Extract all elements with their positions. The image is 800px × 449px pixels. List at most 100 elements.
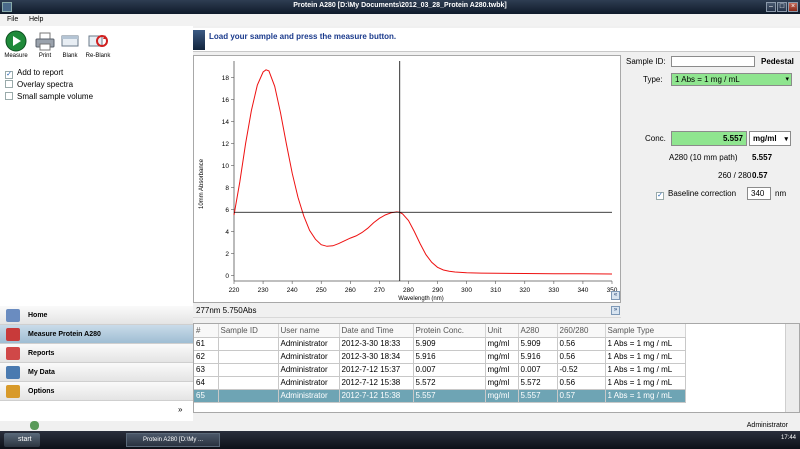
- nav-item-options[interactable]: Options: [0, 382, 193, 401]
- y-tick-label: 18: [222, 75, 230, 82]
- y-axis-label: 10mm Absorbance: [199, 158, 205, 209]
- overlay-spectra-checkbox[interactable]: Overlay spectra: [5, 80, 73, 90]
- table-cell: -0.52: [557, 363, 606, 377]
- spectrum-chart[interactable]: 2202302402502602702802903003103203303403…: [193, 55, 621, 303]
- table-cell: [218, 350, 279, 364]
- nav-item-reports[interactable]: Reports: [0, 344, 193, 363]
- shield-icon: [30, 421, 39, 430]
- table-cell: 2012-3-30 18:34: [339, 350, 414, 364]
- play-icon: [5, 30, 27, 52]
- expand-icon[interactable]: »: [611, 306, 620, 315]
- column-header[interactable]: Protein Conc.: [413, 324, 486, 338]
- column-header[interactable]: #: [194, 324, 219, 338]
- table-cell: 5.572: [413, 376, 486, 390]
- chart-axes: 2202302402502602702802903003103203303403…: [222, 61, 618, 294]
- results-table: # Sample ID User name Date and Time Protein …: [193, 323, 800, 413]
- table-cell: 65: [194, 389, 219, 403]
- table-cell: 2012-7-12 15:38: [339, 389, 414, 403]
- reblank-icon: [87, 30, 109, 52]
- printer-icon: [34, 30, 56, 52]
- table-cell: mg/ml: [485, 337, 519, 351]
- sample-panel: Sample ID: Pedestal Type: 1 Abs = 1 mg /…: [621, 52, 800, 322]
- conc-unit-select[interactable]: mg/ml ▾: [749, 131, 791, 146]
- table-row[interactable]: 65 Administrator 2012-7-12 15:38 5.557 mg/ml…: [194, 389, 686, 403]
- sample-type-select[interactable]: 1 Abs = 1 mg / mL ▾: [671, 73, 792, 86]
- nav-collapse-icon[interactable]: »: [178, 405, 182, 414]
- table-cell: [218, 376, 279, 390]
- column-header[interactable]: Sample ID: [218, 324, 279, 338]
- instrument-icon: [193, 30, 205, 50]
- baseline-wavelength-input[interactable]: 340: [747, 187, 771, 200]
- start-button[interactable]: start: [4, 433, 40, 447]
- table-cell: 5.916: [518, 350, 558, 364]
- sample-id-input[interactable]: [671, 56, 755, 67]
- close-button[interactable]: ×: [788, 2, 798, 12]
- blank-label: Blank: [62, 53, 78, 59]
- a280-value: 5.557: [752, 153, 773, 162]
- blank-button[interactable]: Blank: [55, 30, 85, 59]
- table-row[interactable]: 64 Administrator 2012-7-12 15:38 5.572 mg/ml…: [194, 376, 686, 390]
- sample-type-value: 1 Abs = 1 mg / mL: [675, 75, 740, 84]
- measure-button[interactable]: Measure: [1, 30, 31, 59]
- nav-item-measure-protein-a280[interactable]: Measure Protein A280: [0, 325, 193, 344]
- table-cell: 1 Abs = 1 mg / mL: [605, 337, 686, 351]
- table-cell: [218, 363, 279, 377]
- table-cell: 1 Abs = 1 mg / mL: [605, 363, 686, 377]
- column-header[interactable]: Unit: [485, 324, 519, 338]
- measure-icon: [6, 328, 20, 341]
- column-header[interactable]: Sample Type: [605, 324, 686, 338]
- table-cell: Administrator: [278, 376, 340, 390]
- table-row[interactable]: 61 Administrator 2012-3-30 18:33 5.909 mg/ml…: [194, 337, 686, 351]
- chevron-down-icon: ▾: [785, 76, 789, 83]
- nav-item-my-data[interactable]: My Data: [0, 363, 193, 382]
- table-cell: [218, 389, 279, 403]
- table-cell: mg/ml: [485, 376, 519, 390]
- checkbox-box: ✓: [656, 192, 664, 200]
- table-row[interactable]: 62 Administrator 2012-3-30 18:34 5.916 mg/ml…: [194, 350, 686, 364]
- table-cell: Administrator: [278, 337, 340, 351]
- window-title: Protein A280 [D:\My Documents\2012_03_28…: [293, 2, 507, 9]
- reblank-button[interactable]: Re-Blank: [83, 30, 113, 59]
- x-tick-label: 310: [490, 287, 501, 294]
- table-cell: mg/ml: [485, 363, 519, 377]
- table-cell: 63: [194, 363, 219, 377]
- x-tick-label: 240: [287, 287, 298, 294]
- x-tick-label: 260: [345, 287, 356, 294]
- table-cell: 0.56: [557, 350, 606, 364]
- y-tick-label: 6: [225, 207, 229, 214]
- menu-file[interactable]: File: [7, 16, 18, 23]
- type-label: Type:: [643, 75, 663, 84]
- nav-item-home[interactable]: Home: [0, 306, 193, 325]
- x-tick-label: 330: [548, 287, 559, 294]
- sample-id-label: Sample ID:: [626, 57, 666, 66]
- minimize-button[interactable]: –: [766, 2, 776, 12]
- chart-zoom-out-icon[interactable]: «: [611, 291, 620, 300]
- menu-help[interactable]: Help: [29, 16, 43, 23]
- column-header[interactable]: A280: [518, 324, 558, 338]
- table-header: # Sample ID User name Date and Time Protein …: [194, 324, 686, 338]
- column-header[interactable]: 260/280: [557, 324, 606, 338]
- small-sample-volume-checkbox[interactable]: Small sample volume: [5, 92, 93, 102]
- menu-bar: File Help: [0, 14, 800, 26]
- column-header[interactable]: Date and Time: [339, 324, 414, 338]
- table-cell: 5.909: [413, 337, 486, 351]
- table-cell: 5.916: [413, 350, 486, 364]
- table-cell: Administrator: [278, 350, 340, 364]
- table-row[interactable]: 63 Administrator 2012-7-12 15:37 0.007 mg/ml…: [194, 363, 686, 377]
- table-cell: [218, 337, 279, 351]
- column-header[interactable]: User name: [278, 324, 340, 338]
- taskbar-app-label: Protein A280 [D:\My ...: [143, 437, 204, 443]
- baseline-label: Baseline correction: [668, 189, 737, 198]
- maximize-button[interactable]: □: [777, 2, 787, 12]
- table-cell: mg/ml: [485, 350, 519, 364]
- y-tick-label: 4: [225, 229, 229, 236]
- table-cell: 2012-7-12 15:37: [339, 363, 414, 377]
- taskbar-app-button[interactable]: Protein A280 [D:\My ...: [126, 433, 220, 447]
- options-icon: [6, 385, 20, 398]
- measure-label: Measure: [4, 53, 28, 59]
- table-scrollbar[interactable]: [785, 324, 799, 412]
- x-tick-label: 230: [258, 287, 269, 294]
- status-user: Administrator: [746, 422, 788, 429]
- add-to-report-checkbox[interactable]: ✓ Add to report: [5, 68, 63, 79]
- baseline-correction-checkbox[interactable]: ✓ Baseline correction: [656, 189, 736, 200]
